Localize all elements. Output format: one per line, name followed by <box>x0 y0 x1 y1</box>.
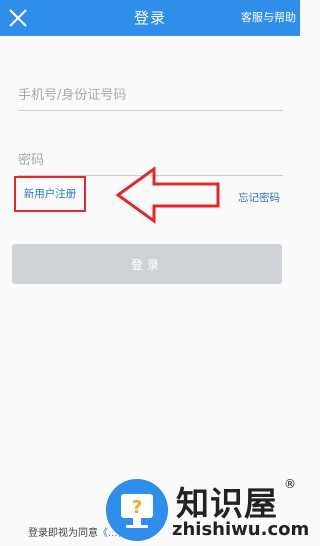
login-button[interactable]: 登录 <box>12 244 282 284</box>
phone-id-input[interactable] <box>18 80 283 111</box>
watermark-logo: ? 知识屋 ® zhishiwu.com <box>106 475 309 546</box>
left-arrow-icon <box>115 166 220 224</box>
watermark-brand-cn: 知识屋 <box>176 484 278 523</box>
watermark-brand-en: zhishiwu.com <box>172 519 310 540</box>
top-bar: 登录 客服与帮助 <box>0 0 300 36</box>
svg-text:?: ? <box>132 497 142 518</box>
register-link[interactable]: 新用户注册 <box>14 176 86 212</box>
forgot-password-link[interactable]: 忘记密码 <box>238 190 280 205</box>
watermark-registered: ® <box>284 477 296 491</box>
help-link[interactable]: 客服与帮助 <box>241 0 296 36</box>
help-monitor-icon: ? <box>106 479 168 541</box>
agreement-prefix: 登录即视为同意 <box>28 528 98 539</box>
